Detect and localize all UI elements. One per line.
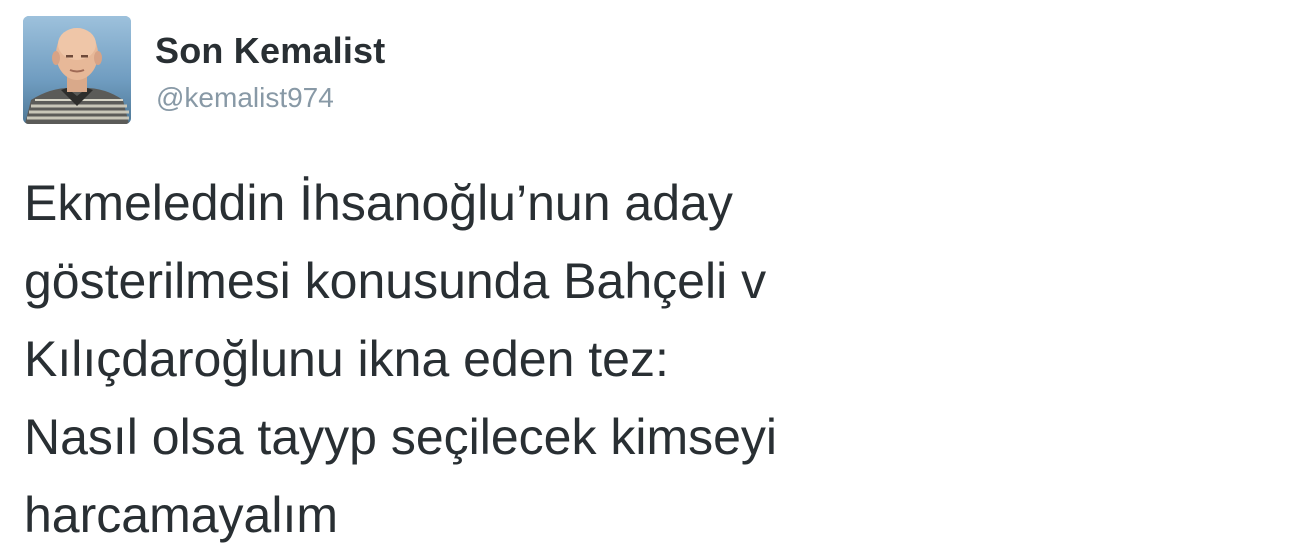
profile-photo-icon [23, 16, 131, 124]
author-display-name[interactable]: Son Kemalist [155, 30, 385, 72]
tweet-text-line: gösterilmesi konusunda Bahçeli v [24, 253, 767, 309]
tweet-text-line: harcamayalım [24, 487, 338, 543]
author-handle[interactable]: @kemalist974 [156, 82, 334, 114]
tweet-text-line: Nasıl olsa tayyp seçilecek kimseyi [24, 409, 778, 465]
tweet-text: Ekmeleddin İhsanoğlu’nun aday gösterilme… [24, 164, 1124, 554]
tweet-text-line: Kılıçdaroğlunu ikna eden tez: [24, 331, 669, 387]
tweet-card: Son Kemalist @kemalist974 Ekmeleddin İhs… [0, 0, 1309, 555]
avatar[interactable] [23, 16, 131, 124]
tweet-text-line: Ekmeleddin İhsanoğlu’nun aday [24, 175, 733, 231]
